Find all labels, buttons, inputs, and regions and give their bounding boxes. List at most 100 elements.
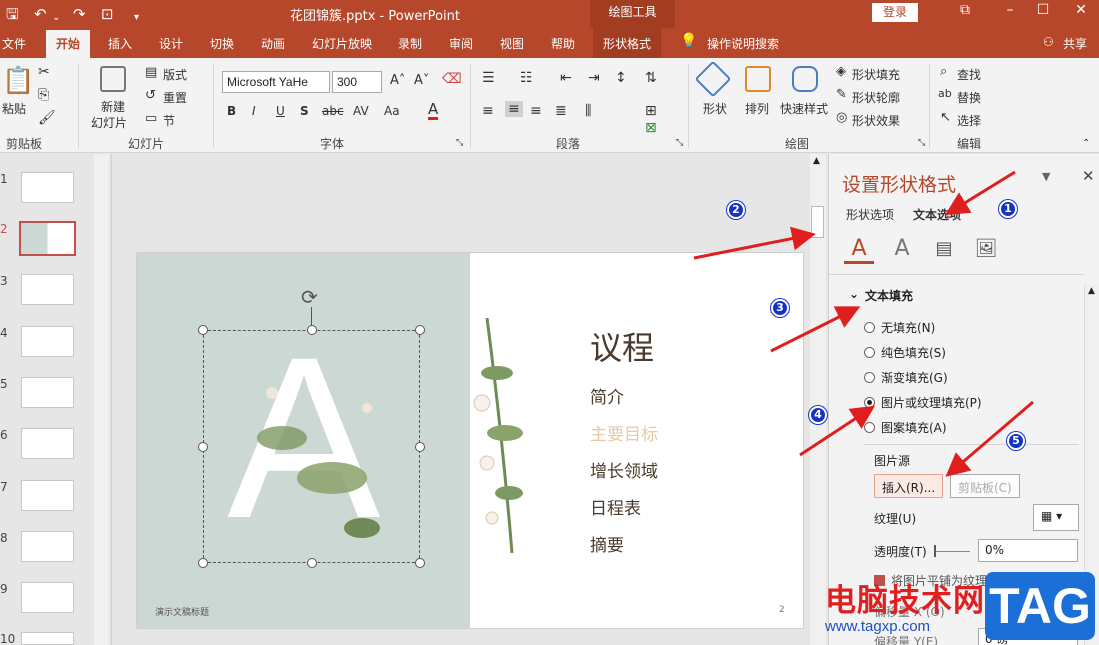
line-spacing-icon[interactable]: ↕ [615,70,627,86]
shadow-button[interactable]: S [300,104,309,118]
radio-circle[interactable] [864,372,875,383]
thumbnail-scrollbar[interactable] [94,154,109,645]
collapse-ribbon-icon[interactable]: ⌃ [1082,138,1090,149]
radio-circle[interactable] [864,422,875,433]
redo-icon[interactable]: ↷ [73,4,86,24]
text-outline-icon[interactable]: A [887,234,917,264]
radio-picture-fill[interactable]: 图片或纹理填充(P) [864,394,982,411]
radio-pattern-fill[interactable]: 图案填充(A) [864,419,947,436]
align-right-icon[interactable]: ≡ [530,103,542,119]
reset-button[interactable]: 重置 [163,89,187,106]
resize-handle[interactable] [415,558,425,568]
quick-styles-button[interactable]: 快速样式 [780,100,828,117]
quick-styles-icon[interactable] [792,66,818,92]
shape-effects-button[interactable]: 形状效果 [852,112,900,129]
transparency-slider-thumb[interactable] [934,545,936,557]
agenda-item[interactable]: 摘要 [590,531,624,556]
slide-thumbnail[interactable] [21,428,74,459]
replace-button[interactable]: 替换 [957,89,981,106]
pane-close-icon[interactable]: ✕ [1082,167,1095,185]
shape-outline-icon[interactable]: ✎ [836,87,847,102]
agenda-title[interactable]: 议程 [590,323,654,369]
paragraph-dialog-launcher-icon[interactable]: ⤡ [676,138,683,148]
slide-thumbnail[interactable] [21,172,74,203]
chevron-down-icon[interactable]: ⌄ [52,8,60,28]
save-icon[interactable]: 🖫 [6,4,19,24]
tab-insert[interactable]: 插入 [108,35,132,52]
login-button[interactable]: 登录 [872,3,918,22]
char-spacing-icon[interactable]: AV [353,104,369,118]
ribbon-display-icon[interactable]: ⧉ [950,2,980,18]
texture-picker[interactable]: ▦ ▾ [1033,504,1079,531]
section-chevron-icon[interactable]: ⌄ [849,287,859,301]
editor-scrollbar[interactable]: ▲ [810,154,826,645]
find-icon[interactable]: ⌕ [940,64,947,79]
resize-handle[interactable] [198,442,208,452]
section-button[interactable]: 节 [163,112,175,129]
text-direction-icon[interactable]: ⇅ [645,70,657,86]
present-icon[interactable]: ⊡ [101,4,114,24]
shape-outline-button[interactable]: 形状轮廓 [852,89,900,106]
undo-icon[interactable]: ↶ [34,4,47,24]
smartart-icon[interactable]: ⊠ [645,120,657,136]
clear-format-icon[interactable]: ⌫ [442,71,462,87]
resize-handle[interactable] [198,325,208,335]
transparency-input[interactable]: 0% [978,539,1078,562]
change-case-icon[interactable]: Aa [384,104,400,118]
find-button[interactable]: 查找 [957,66,981,83]
slide-thumbnail[interactable] [21,531,74,562]
new-slide-label-2[interactable]: 幻灯片 [91,114,127,131]
select-icon[interactable]: ↖ [940,110,951,125]
slide-thumbnail[interactable] [21,480,74,511]
tab-animations[interactable]: 动画 [261,35,285,52]
columns-icon[interactable]: ⫼ [585,103,591,119]
transparency-slider[interactable] [934,551,970,552]
tab-view[interactable]: 视图 [500,35,524,52]
align-text-icon[interactable]: ⊞ [645,103,657,119]
align-left-icon[interactable]: ≡ [482,103,494,119]
radio-no-fill[interactable]: 无填充(N) [864,319,935,336]
tab-shape-format[interactable]: 形状格式 [593,28,662,58]
clipboard-button[interactable]: 剪贴板(C) [950,474,1020,498]
slide-thumbnail[interactable] [21,582,74,613]
share-button[interactable]: 共享 [1063,35,1087,52]
radio-solid-fill[interactable]: 纯色填充(S) [864,344,946,361]
shrink-font-icon[interactable]: A˅ [414,73,429,88]
align-center-icon[interactable]: ≡ [505,101,523,117]
resize-handle[interactable] [307,325,317,335]
pane-options-icon[interactable]: ▼ [1042,170,1050,183]
tab-help[interactable]: 帮助 [551,35,575,52]
agenda-item[interactable]: 增长领域 [590,457,658,482]
font-color-icon[interactable]: A [428,102,439,120]
radio-circle[interactable] [864,322,875,333]
layout-icon[interactable]: ▤ [145,65,157,80]
select-button[interactable]: 选择 [957,112,981,129]
textbox-icon[interactable]: ▤ [929,234,959,264]
customize-icon[interactable]: ▾ [134,8,139,28]
layout-button[interactable]: 版式 [163,66,187,83]
tab-slideshow[interactable]: 幻灯片放映 [312,35,372,52]
paste-icon[interactable]: 📋 [2,66,34,96]
drawing-dialog-launcher-icon[interactable]: ⤡ [918,138,925,148]
close-icon[interactable]: ✕ [1066,2,1096,18]
slide-thumbnail[interactable] [21,632,74,645]
radio-gradient-fill[interactable]: 渐变填充(G) [864,369,948,386]
agenda-item[interactable]: 简介 [590,383,624,408]
arrange-button[interactable]: 排列 [745,100,769,117]
scroll-up-icon[interactable]: ▲ [1088,286,1095,296]
radio-circle-selected[interactable] [864,397,875,408]
new-slide-label[interactable]: 新建 [101,98,125,115]
cut-icon[interactable]: ✂ [38,64,50,80]
tab-text-options[interactable]: 文本选项 [913,206,961,223]
reset-icon[interactable]: ↺ [145,88,156,103]
tell-me-search[interactable]: 操作说明搜索 [707,35,779,52]
section-text-fill[interactable]: 文本填充 [865,287,913,304]
increase-indent-icon[interactable]: ⇥ [588,70,600,86]
radio-circle[interactable] [864,347,875,358]
resize-handle[interactable] [415,442,425,452]
italic-button[interactable]: I [252,104,256,118]
section-icon[interactable]: ▭ [145,111,157,126]
bold-button[interactable]: B [227,104,236,118]
tab-shape-options[interactable]: 形状选项 [846,206,894,223]
shape-fill-icon[interactable]: ◈ [836,64,846,79]
